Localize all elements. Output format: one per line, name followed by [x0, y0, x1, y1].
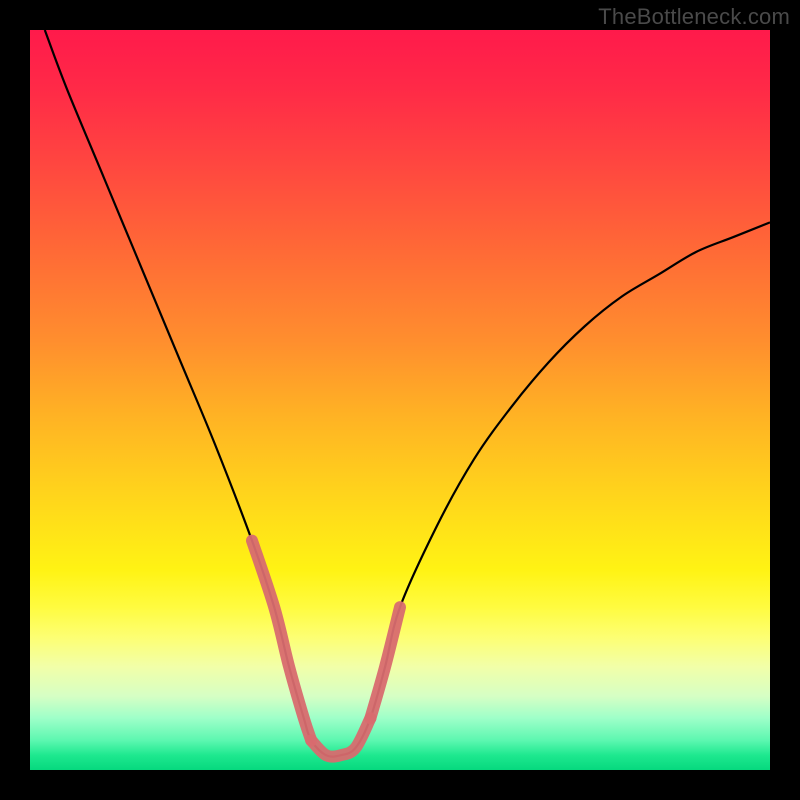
highlight-segment-1: [311, 718, 370, 756]
plot-area: [30, 30, 770, 770]
highlight-curve: [252, 541, 400, 757]
bottleneck-curve-path: [45, 30, 770, 757]
curve-layer: [30, 30, 770, 770]
highlight-segment-0: [252, 541, 311, 741]
main-curve: [45, 30, 770, 757]
watermark-text: TheBottleneck.com: [598, 4, 790, 30]
highlight-segment-2: [370, 607, 400, 718]
chart-container: TheBottleneck.com: [0, 0, 800, 800]
